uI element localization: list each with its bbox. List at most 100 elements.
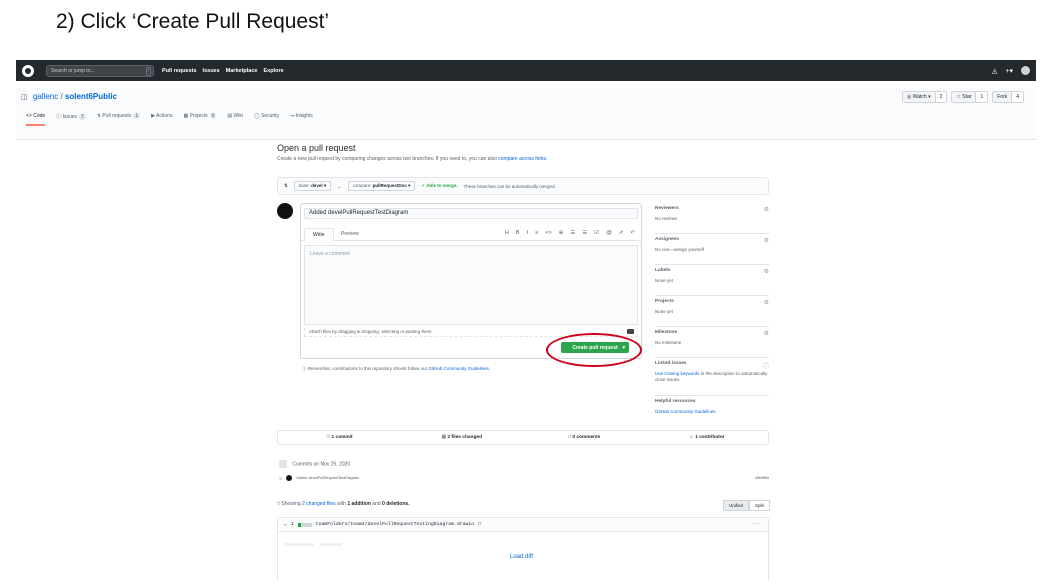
linked-issues-value: Use Closing keywords in the description …	[655, 371, 769, 383]
tab-preview[interactable]: Preview	[341, 231, 359, 237]
tab-wiki[interactable]: ▤ Wiki	[227, 113, 243, 126]
markdown-toolbar: H B I ≡ <> ⊕ ☰ ☰ ☑ @ ⇗ ↶	[505, 230, 635, 236]
deletions-count: 0 deletions.	[382, 501, 410, 507]
mention-icon[interactable]: @	[606, 230, 612, 236]
showing-and: and	[372, 501, 381, 507]
tab-issues[interactable]: ⓘ Issues 7	[56, 113, 86, 126]
sidebar-helpful-resources: Helpful resources GitHub Community Guide…	[655, 396, 769, 427]
diffstat-bars	[297, 522, 312, 527]
repo-icon: ◫	[21, 94, 28, 101]
tab-security[interactable]: ◯ Security	[254, 113, 279, 126]
labels-value: None yet	[655, 278, 674, 283]
stat-commits-text: 1 commit	[331, 435, 353, 440]
stat-files[interactable]: ▦ 2 files changed	[401, 435, 524, 440]
sidebar-linked-issues: Linked issues Use Closing keywords in th…	[655, 358, 769, 396]
avatar[interactable]	[1021, 66, 1030, 75]
watch-label: ◎ Watch ▾	[902, 92, 935, 102]
heading-icon[interactable]: H	[505, 230, 509, 236]
copy-icon[interactable]: □	[478, 522, 481, 527]
sidebar-milestone: Milestone No milestone ⚙	[655, 327, 769, 358]
sidebar-assignees: Assignees No one—assign yourself ⚙	[655, 234, 769, 265]
repo-separator: /	[60, 92, 63, 101]
closing-keywords-link[interactable]: Use Closing keywords	[655, 371, 700, 376]
milestone-heading[interactable]: Milestone	[655, 330, 769, 335]
repo-owner[interactable]: gallenc	[33, 92, 58, 101]
reply-icon[interactable]: ↶	[630, 230, 635, 236]
stat-commits[interactable]: ☉ 1 commit	[278, 435, 401, 440]
tab-issues-label: ⓘ Issues	[56, 114, 78, 120]
fork-button[interactable]: Fork 4	[992, 91, 1024, 103]
tab-issues-count: 7	[79, 114, 86, 120]
compare-branch-select[interactable]: compare: pullRequestDoc ▾	[347, 181, 416, 191]
unified-button[interactable]: Unified	[723, 500, 750, 511]
gear-icon[interactable]: ⚙	[764, 237, 769, 244]
github-logo-icon[interactable]	[22, 64, 34, 77]
stat-comments[interactable]: □ 0 comments	[523, 435, 646, 440]
task-list-icon[interactable]: ☑	[594, 230, 599, 236]
italic-icon[interactable]: I	[527, 230, 529, 236]
tab-code-label: <> Code	[26, 113, 46, 119]
search-input[interactable]: Search or jump to... /	[46, 64, 154, 77]
file-path[interactable]: teamFolders/team4/develPullRequestTestin…	[316, 522, 474, 527]
watch-count: 2	[934, 92, 947, 102]
nav-pull-requests[interactable]: Pull requests	[162, 68, 197, 74]
tab-insights[interactable]: ↝ Insights	[290, 113, 313, 126]
stat-files-text: 2 files changed	[447, 435, 483, 440]
commit-sha[interactable]: d8b8fb5	[755, 476, 769, 480]
load-diff-link[interactable]: Load diff	[510, 554, 533, 560]
reviewers-heading[interactable]: Reviewers	[655, 206, 769, 211]
labels-heading[interactable]: Labels	[655, 268, 769, 273]
community-guidelines-link[interactable]: GitHub Community Guidelines	[655, 409, 716, 414]
commit-message[interactable]: Added develPullRequestTestDiagram	[296, 476, 359, 480]
guidelines-link[interactable]: GitHub Community Guidelines.	[428, 366, 490, 371]
repo-name[interactable]: solent6Public	[65, 92, 117, 101]
split-button[interactable]: Split	[749, 500, 770, 511]
gear-icon[interactable]: ⚙	[764, 206, 769, 213]
gear-icon[interactable]: ⚙	[764, 299, 769, 306]
base-branch-select[interactable]: base: devel ▾	[293, 181, 332, 191]
star-button[interactable]: ☆ Star 1	[951, 91, 989, 103]
commit-dot-icon: ☉	[279, 476, 283, 481]
tab-pull-requests[interactable]: ⇅ Pull requests 1	[97, 113, 141, 126]
compare-value: pullRequestDoc ▾	[372, 183, 411, 188]
numbered-list-icon[interactable]: ☰	[582, 230, 587, 236]
stat-contributors-text: 1 contributor	[695, 435, 725, 440]
nav-marketplace[interactable]: Marketplace	[226, 68, 258, 74]
tab-projects[interactable]: ▦ Projects 0	[183, 113, 217, 126]
nav-issues[interactable]: Issues	[203, 68, 220, 74]
link-icon[interactable]: ⊕	[559, 230, 564, 236]
commits-date: Commits on Nov 25, 2020	[292, 461, 351, 468]
editor-tabs: Write Preview H B I ≡ <> ⊕ ☰ ☰ ☑ @ ⇗ ↶	[301, 228, 641, 241]
stat-contributors[interactable]: ☺ 1 contributor	[646, 435, 769, 440]
changed-files-link[interactable]: 2 changed files	[302, 501, 336, 507]
more-options-icon[interactable]: ···	[751, 522, 760, 527]
gear-icon[interactable]: ⚙	[764, 268, 769, 275]
bullet-list-icon[interactable]: ☰	[570, 230, 575, 236]
chevron-down-icon[interactable]: ⌄	[284, 522, 287, 527]
comment-textarea[interactable]: Leave a comment	[304, 245, 638, 325]
bold-icon[interactable]: B	[516, 230, 520, 236]
reference-icon[interactable]: ⇗	[619, 230, 624, 236]
nav-explore[interactable]: Explore	[263, 68, 283, 74]
assignees-heading[interactable]: Assignees	[655, 237, 769, 242]
plus-icon[interactable]: +▾	[1005, 67, 1013, 75]
code-icon[interactable]: <>	[545, 230, 551, 236]
compare-forks-link[interactable]: compare across forks.	[498, 156, 547, 162]
reminder-text: Remember, contributions to this reposito…	[307, 366, 428, 371]
stat-comments-text: 0 comments	[572, 435, 601, 440]
gear-icon[interactable]: ⚙	[764, 330, 769, 337]
diff-summary: □ Showing 2 changed files with 1 additio…	[277, 501, 410, 507]
bell-icon[interactable]: ◬	[992, 67, 997, 75]
tab-write[interactable]: Write	[304, 228, 334, 241]
tab-actions[interactable]: ▶ Actions	[151, 113, 172, 126]
file-change-count: 1	[290, 522, 294, 527]
assignees-value[interactable]: No one—assign yourself	[655, 247, 769, 253]
projects-heading[interactable]: Projects	[655, 299, 769, 304]
watch-button[interactable]: ◎ Watch ▾ 2	[901, 91, 948, 103]
helpful-heading: Helpful resources	[655, 399, 696, 404]
tab-code[interactable]: <> Code	[26, 113, 46, 126]
compare-label: compare:	[352, 183, 372, 188]
highlight-circle	[546, 333, 642, 367]
quote-icon[interactable]: ≡	[535, 230, 538, 236]
pr-title-input[interactable]: Added develPullRequestTestDiagram	[304, 208, 638, 219]
